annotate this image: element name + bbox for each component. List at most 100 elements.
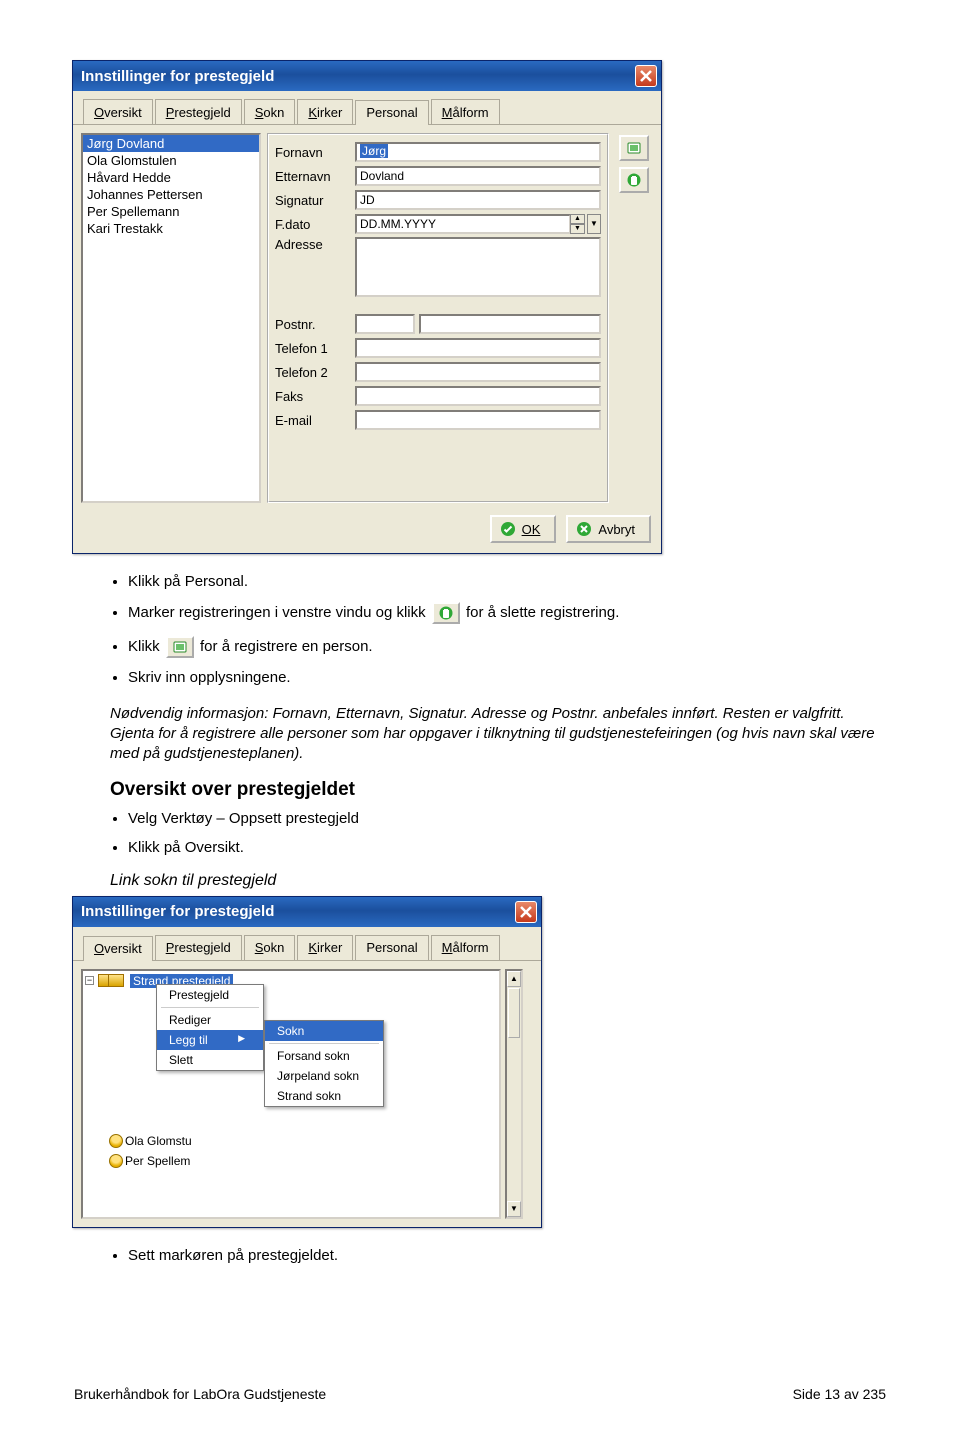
- scrollbar[interactable]: ▲ ▼: [505, 969, 523, 1219]
- etternavn-input[interactable]: [355, 166, 601, 186]
- check-icon: [500, 521, 516, 537]
- tab-kirker[interactable]: Kirker: [297, 99, 353, 124]
- delete-person-button[interactable]: [619, 167, 649, 193]
- list-item[interactable]: Per Spellemann: [83, 203, 259, 220]
- scroll-thumb[interactable]: [508, 988, 520, 1038]
- cancel-icon: [576, 521, 592, 537]
- tabs: Oversikt Prestegjeld Sokn Kirker Persona…: [73, 91, 661, 125]
- ok-button[interactable]: OK: [490, 515, 557, 543]
- date-spinner[interactable]: ▲▼: [570, 214, 585, 234]
- person-icon: [109, 1154, 123, 1168]
- bullet-item: Marker registreringen i venstre vindu og…: [128, 600, 888, 626]
- label-signatur: Signatur: [275, 193, 355, 208]
- person-listbox[interactable]: Jørg Dovland Ola Glomstulen Håvard Hedde…: [81, 133, 261, 503]
- bullet-item: Klikk på Oversikt.: [128, 838, 888, 858]
- bullet-item: Klikk på Personal.: [128, 572, 888, 592]
- telefon2-input[interactable]: [355, 362, 601, 382]
- list-item[interactable]: Ola Glomstulen: [83, 152, 259, 169]
- add-person-button[interactable]: [619, 135, 649, 161]
- add-person-icon: [626, 140, 642, 156]
- titlebar: Innstillinger for prestegjeld: [73, 897, 541, 927]
- tab-prestegjeld[interactable]: Prestegjeld: [155, 935, 242, 960]
- submenu-item[interactable]: Strand sokn: [265, 1086, 383, 1106]
- list-item[interactable]: Kari Trestakk: [83, 220, 259, 237]
- fornavn-input[interactable]: Jørg: [355, 142, 601, 162]
- footer-left: Brukerhåndbok for LabOra Gudstjeneste: [74, 1386, 326, 1402]
- label-fdato: F.dato: [275, 217, 355, 232]
- tree-person[interactable]: Ola Glomstu: [83, 1131, 499, 1151]
- trash-icon: [626, 172, 642, 188]
- faks-input[interactable]: [355, 386, 601, 406]
- cancel-button[interactable]: Avbryt: [566, 515, 651, 543]
- postnr-input[interactable]: [355, 314, 415, 334]
- submenu-arrow-icon: ▶: [238, 1033, 245, 1047]
- list-item[interactable]: Jørg Dovland: [83, 135, 259, 152]
- close-button[interactable]: [635, 65, 657, 87]
- inline-delete-icon: [432, 602, 460, 624]
- inline-add-icon: [166, 636, 194, 658]
- adresse-input[interactable]: [355, 237, 601, 297]
- tree-root[interactable]: − Strand prestegjeld: [83, 971, 499, 991]
- tab-sokn[interactable]: Sokn: [244, 99, 296, 124]
- label-postnr: Postnr.: [275, 317, 355, 332]
- label-tel2: Telefon 2: [275, 365, 355, 380]
- menu-item-rediger[interactable]: Rediger: [157, 1010, 263, 1030]
- tab-malform[interactable]: Målform: [431, 99, 500, 124]
- person-icon: [109, 1134, 123, 1148]
- tab-oversikt[interactable]: Oversikt: [83, 99, 153, 124]
- folder-icon: [108, 974, 124, 987]
- scroll-down[interactable]: ▼: [507, 1201, 521, 1217]
- instruction-list-3: Sett markøren på prestegjeldet.: [72, 1246, 888, 1266]
- titlebar: Innstillinger for prestegjeld: [73, 61, 661, 91]
- tab-personal[interactable]: Personal: [355, 935, 428, 960]
- instruction-list-2: Velg Verktøy – Oppsett prestegjeld Klikk…: [72, 809, 888, 858]
- tab-kirker[interactable]: Kirker: [297, 935, 353, 960]
- menu-item-leggtil[interactable]: Legg til▶: [157, 1030, 263, 1050]
- section-heading: Oversikt over prestegjeldet: [110, 779, 888, 801]
- menu-item-slett[interactable]: Slett: [157, 1050, 263, 1070]
- submenu-item-sokn[interactable]: Sokn: [265, 1021, 383, 1041]
- date-dropdown[interactable]: ▼: [587, 214, 601, 234]
- footer-right: Side 13 av 235: [793, 1386, 886, 1402]
- person-form: Fornavn Jørg Etternavn Signatur F.dato ▲…: [267, 133, 609, 503]
- instruction-list: Klikk på Personal. Marker registreringen…: [72, 572, 888, 689]
- scroll-up[interactable]: ▲: [507, 971, 521, 987]
- page-footer: Brukerhåndbok for LabOra Gudstjeneste Si…: [72, 1386, 888, 1402]
- label-etternavn: Etternavn: [275, 169, 355, 184]
- label-tel1: Telefon 1: [275, 341, 355, 356]
- tab-malform[interactable]: Målform: [431, 935, 500, 960]
- window-title: Innstillinger for prestegjeld: [81, 68, 274, 85]
- list-item[interactable]: Johannes Pettersen: [83, 186, 259, 203]
- window-title: Innstillinger for prestegjeld: [81, 903, 274, 920]
- subsection-heading: Link sokn til prestegjeld: [110, 872, 888, 890]
- tree-person-label: Ola Glomstu: [125, 1134, 192, 1148]
- tree-person-label: Per Spellem: [125, 1154, 190, 1168]
- label-fornavn: Fornavn: [275, 145, 355, 160]
- tab-sokn[interactable]: Sokn: [244, 935, 296, 960]
- menu-item-prestegjeld[interactable]: Prestegjeld: [157, 985, 263, 1005]
- telefon1-input[interactable]: [355, 338, 601, 358]
- close-icon: [518, 904, 534, 920]
- label-adresse: Adresse: [275, 237, 355, 252]
- bullet-item: Velg Verktøy – Oppsett prestegjeld: [128, 809, 888, 829]
- tab-prestegjeld[interactable]: Prestegjeld: [155, 99, 242, 124]
- signatur-input[interactable]: [355, 190, 601, 210]
- bullet-item: Sett markøren på prestegjeldet.: [128, 1246, 888, 1266]
- list-item[interactable]: Håvard Hedde: [83, 169, 259, 186]
- context-menu[interactable]: Prestegjeld Rediger Legg til▶ Slett: [156, 984, 264, 1071]
- close-button[interactable]: [515, 901, 537, 923]
- submenu-item[interactable]: Jørpeland sokn: [265, 1066, 383, 1086]
- info-note: Nødvendig informasjon: Fornavn, Etternav…: [110, 704, 888, 765]
- email-input[interactable]: [355, 410, 601, 430]
- tab-oversikt[interactable]: Oversikt: [83, 936, 153, 961]
- submenu-item[interactable]: Forsand sokn: [265, 1046, 383, 1066]
- tree-person[interactable]: Per Spellem: [83, 1151, 499, 1171]
- tab-personal[interactable]: Personal: [355, 100, 428, 125]
- fdato-input[interactable]: [355, 214, 571, 234]
- label-faks: Faks: [275, 389, 355, 404]
- bullet-item: Skriv inn opplysningene.: [128, 668, 888, 688]
- label-email: E-mail: [275, 413, 355, 428]
- close-icon: [638, 68, 654, 84]
- context-submenu[interactable]: Sokn Forsand sokn Jørpeland sokn Strand …: [264, 1020, 384, 1107]
- poststed-input[interactable]: [419, 314, 601, 334]
